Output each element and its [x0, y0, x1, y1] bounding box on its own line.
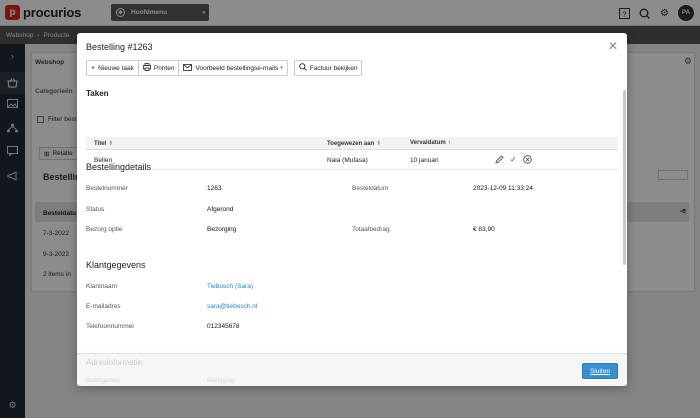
chevron-down-icon: ▾ — [280, 65, 283, 71]
email-link[interactable]: sara@tiebosch.nl — [207, 303, 257, 310]
task-assigned: Nala (Mufasa) — [327, 157, 368, 164]
task-due: 10 januari — [410, 157, 439, 164]
address-label: Bezorgadres — [86, 378, 121, 384]
address-heading: Adresinformatie — [86, 358, 143, 367]
order-date-value: 2023-12-09 11:33:24 — [473, 185, 533, 192]
view-invoice-button[interactable]: Factuur bekijken — [294, 61, 362, 75]
status-label: Status — [86, 206, 105, 213]
col-assigned[interactable]: Toegewezen aan ⬍ — [327, 140, 381, 147]
phone-label: Telefoonnummer — [86, 323, 135, 330]
search-icon — [299, 63, 307, 73]
modal-toolbar: + Nieuwe taak Printen Voorbeeld bestelli… — [86, 60, 363, 76]
customer-name-label: Klantnaam — [86, 283, 118, 290]
modal-scrollbar[interactable] — [623, 90, 626, 265]
tasks-table-header: Titel ⬍ Toegewezen aan ⬍ Vervaldatum ↑ — [86, 137, 618, 150]
delivery-label: Bezorg optie — [86, 226, 123, 233]
close-icon[interactable]: ✕ — [608, 39, 618, 53]
tasks-heading: Taken — [86, 89, 109, 98]
edit-icon[interactable] — [495, 155, 504, 166]
customer-heading: Klantgegevens — [86, 260, 146, 270]
check-icon[interactable]: ✓ — [510, 155, 517, 166]
printer-icon — [142, 63, 151, 73]
order-date-label: Besteldatum — [352, 185, 389, 192]
table-row[interactable]: Bellen Nala (Mufasa) 10 januari ✓ — [86, 150, 618, 170]
example-mails-dropdown[interactable]: Voorbeeld bestellingse-mails ▾ — [179, 61, 287, 75]
delivery-value: Bezorging — [207, 226, 237, 233]
col-title[interactable]: Titel ⬍ — [94, 140, 113, 147]
order-number-value: 1263 — [207, 185, 222, 192]
order-modal: Bestelling #1263 ✕ + Nieuwe taak Printen… — [77, 33, 627, 386]
customer-name-link[interactable]: Tiebosch (Sara) — [207, 283, 253, 290]
plus-icon: + — [91, 64, 96, 72]
email-label: E-mailadres — [86, 303, 121, 310]
new-task-button[interactable]: + Nieuwe taak — [87, 61, 139, 75]
status-value: Afgerond — [207, 206, 234, 213]
total-value: € 83,90 — [473, 226, 495, 233]
print-button[interactable]: Printen — [138, 61, 180, 75]
modal-footer: Adresinformatie Bezorgadres Bezorging Sl… — [77, 353, 627, 386]
order-details-heading: Bestellingdetails — [86, 162, 152, 172]
col-due-date[interactable]: Vervaldatum ↑ — [410, 140, 451, 146]
total-label: Totaalbedrag — [352, 226, 390, 233]
modal-title: Bestelling #1263 — [86, 42, 153, 52]
close-button[interactable]: Sluiten — [582, 363, 618, 379]
cancel-circle-icon[interactable] — [523, 155, 532, 166]
order-number-label: Bestelnummer — [86, 185, 128, 192]
envelope-icon — [183, 63, 193, 73]
address-value: Bezorging — [207, 378, 235, 384]
phone-value: 012345678 — [207, 323, 240, 330]
